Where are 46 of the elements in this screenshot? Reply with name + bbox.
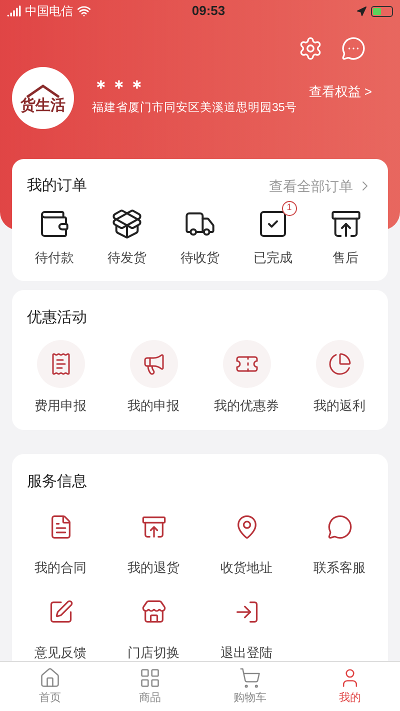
logo-text: 货生活: [20, 98, 66, 112]
service-button[interactable]: 门店切换: [107, 595, 200, 662]
user-name: ＊＊＊: [92, 78, 147, 96]
edit-icon: [48, 599, 74, 625]
tab-button[interactable]: 商品: [100, 662, 200, 711]
message-button[interactable]: [341, 36, 366, 61]
tab-button[interactable]: 首页: [0, 662, 100, 711]
promotion-button[interactable]: 我的申报: [107, 340, 200, 416]
order-status-button[interactable]: 售后: [316, 200, 376, 267]
service-button[interactable]: 收货地址: [200, 510, 293, 577]
battery-icon: [371, 6, 393, 16]
order-status-button[interactable]: 1 已完成: [242, 200, 303, 267]
service-button[interactable]: 我的合同: [14, 510, 107, 577]
location-arrow-icon: [356, 6, 367, 16]
service-button[interactable]: 意见反馈: [14, 595, 107, 662]
settings-button[interactable]: [298, 36, 323, 61]
service-button[interactable]: 我的退货: [107, 510, 200, 577]
promotion-button[interactable]: 我的优惠券: [200, 340, 293, 416]
grid-icon: [139, 666, 161, 689]
wifi-icon: [77, 4, 91, 18]
service-button[interactable]: 联系客服: [293, 510, 386, 577]
section-title: 服务信息: [27, 472, 87, 490]
promotion-button[interactable]: 我的返利: [293, 340, 386, 416]
megaphone-icon: [142, 352, 166, 376]
cart-icon: [239, 666, 261, 689]
order-status-button[interactable]: 待付款: [24, 200, 84, 267]
home-icon: [39, 666, 61, 689]
tab-button[interactable]: 购物车: [200, 662, 300, 711]
signal-icon: [7, 4, 21, 18]
address: 福建省厦门市同安区美溪道思明园35号: [92, 100, 298, 116]
store-icon: [140, 599, 166, 625]
chat-bubble-icon: [326, 514, 352, 540]
order-status-button[interactable]: 待发货: [97, 200, 158, 267]
return-box-icon: [140, 514, 166, 540]
service-button[interactable]: 退出登陆: [200, 595, 293, 662]
logout-icon: [234, 599, 260, 625]
promotion-button[interactable]: 费用申报: [14, 340, 107, 416]
clock: 09:53: [192, 2, 226, 20]
section-title: 我的订单: [27, 176, 87, 196]
section-title: 优惠活动: [27, 309, 87, 326]
tab-button[interactable]: 我的: [300, 662, 400, 711]
order-status-button[interactable]: 待收货: [170, 200, 230, 267]
box-icon: [111, 208, 144, 240]
carrier: 中国电信: [25, 3, 73, 20]
count-badge: 1: [282, 200, 297, 216]
pie-chart-icon: [328, 352, 352, 376]
